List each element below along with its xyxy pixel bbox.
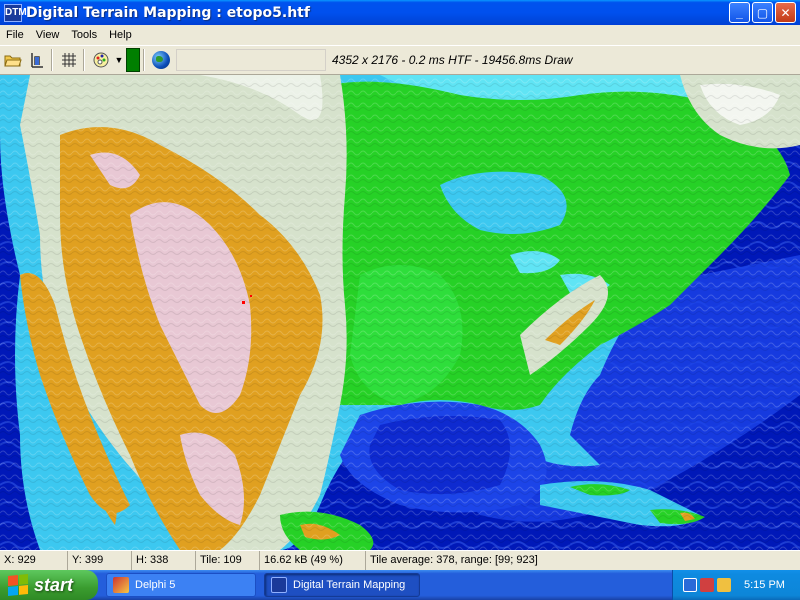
palette-icon[interactable] [90,49,112,71]
status-tile: Tile: 109 [196,551,260,570]
red-marker [242,301,245,304]
menu-bar: File View Tools Help [0,25,800,45]
start-button[interactable]: start [0,570,98,600]
status-y: Y: 399 [68,551,132,570]
terrain-map-view[interactable] [0,75,800,550]
menu-tools[interactable]: Tools [65,29,103,41]
system-tray: 5:15 PM [672,570,800,600]
close-button[interactable]: ✕ [775,2,796,23]
status-h: H: 338 [132,551,196,570]
toolbar-blank-field [176,49,326,71]
status-x: X: 929 [0,551,68,570]
task-label: Digital Terrain Mapping [293,579,406,591]
toolbar-separator [83,49,85,71]
render-info: 4352 x 2176 - 0.2 ms HTF - 19456.8ms Dra… [332,53,573,67]
task-delphi[interactable]: Delphi 5 [106,573,256,597]
terrain-map-canvas[interactable] [0,75,800,550]
caption-buttons: _ ▢ ✕ [729,2,796,23]
toolbar-separator [143,49,145,71]
red-marker [250,295,252,297]
status-tile-average: Tile average: 378, range: [99; 923] [370,554,538,566]
title-bar[interactable]: DTM Digital Terrain Mapping : etopo5.htf… [0,0,800,25]
network-icon[interactable] [683,578,697,592]
open-folder-icon[interactable] [2,49,24,71]
security-icon[interactable] [700,578,714,592]
profile-tool-icon[interactable] [26,49,48,71]
taskbar: start Delphi 5 Digital Terrain Mapping 5… [0,570,800,600]
status-size: 16.62 kB (49 %) [260,551,366,570]
grid-icon[interactable] [58,49,80,71]
menu-file[interactable]: File [0,29,30,41]
toolbar-separator [51,49,53,71]
dtm-icon [271,577,287,593]
delphi-icon [113,577,129,593]
window-title: Digital Terrain Mapping : etopo5.htf [26,4,310,21]
minimize-button[interactable]: _ [729,2,750,23]
clock[interactable]: 5:15 PM [744,579,785,591]
toolbar: ▼ 4352 x 2176 - 0.2 ms HTF - 19456.8ms D… [0,45,800,75]
task-digital-terrain-mapping[interactable]: Digital Terrain Mapping [264,573,420,597]
task-label: Delphi 5 [135,579,176,591]
volume-icon[interactable] [717,578,731,592]
windows-logo-icon [8,573,28,597]
start-label: start [34,574,74,595]
menu-view[interactable]: View [30,29,66,41]
maximize-button[interactable]: ▢ [752,2,773,23]
color-swatch[interactable] [126,48,140,72]
menu-help[interactable]: Help [103,29,138,41]
status-bar: X: 929 Y: 399 H: 338 Tile: 109 16.62 kB … [0,550,800,570]
app-icon[interactable]: DTM [4,3,27,22]
relief-shading [0,75,800,550]
palette-dropdown-icon[interactable]: ▼ [114,49,124,71]
globe-icon[interactable] [152,51,170,69]
